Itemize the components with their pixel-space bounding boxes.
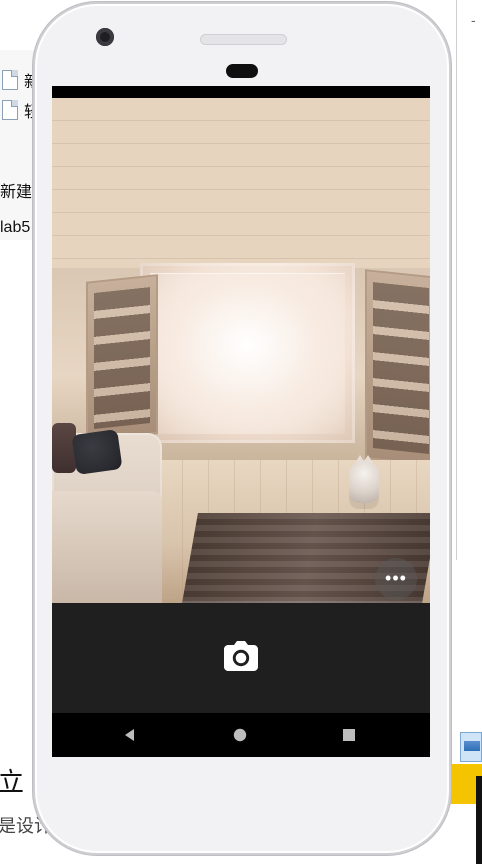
camera-preview: ••• (52, 98, 430, 603)
background-explorer-item: 新建 (0, 176, 32, 204)
phone-screen: ••• (52, 86, 430, 757)
preview-bookshelf-left (86, 274, 158, 442)
background-dark-edge (476, 776, 482, 864)
background-thumbnail-icon (460, 732, 482, 762)
back-triangle-icon (125, 729, 134, 741)
minimize-glyph: - (471, 12, 476, 28)
nav-back-button[interactable] (119, 724, 141, 746)
preview-ceiling (52, 98, 430, 268)
preview-window-glow (150, 273, 345, 434)
preview-cat (349, 455, 379, 503)
more-horizontal-icon: ••• (385, 568, 407, 588)
recents-square-icon (343, 729, 355, 741)
nav-home-button[interactable] (229, 724, 251, 746)
nav-recents-button[interactable] (338, 724, 360, 746)
proximity-sensor (226, 64, 258, 78)
background-right-window: - (456, 0, 482, 560)
background-bottom-left-line1: 立 (0, 767, 25, 797)
front-camera (96, 28, 114, 46)
speaker-grille (200, 34, 287, 45)
preview-bookshelf-right (365, 269, 430, 467)
file-icon (2, 70, 18, 90)
camera-controls (52, 603, 430, 713)
more-options-button[interactable]: ••• (375, 558, 417, 600)
home-circle-icon (233, 728, 247, 742)
background-explorer-item-label: lab5 (0, 219, 31, 236)
background-explorer-item: lab5 (0, 214, 30, 242)
preview-pillow (71, 428, 123, 476)
file-icon (2, 100, 18, 120)
camera-icon (224, 641, 258, 671)
background-explorer-item-label: 新建 (0, 184, 33, 201)
capture-button[interactable] (222, 639, 260, 673)
status-bar (52, 86, 430, 98)
android-navigation-bar (52, 713, 430, 757)
